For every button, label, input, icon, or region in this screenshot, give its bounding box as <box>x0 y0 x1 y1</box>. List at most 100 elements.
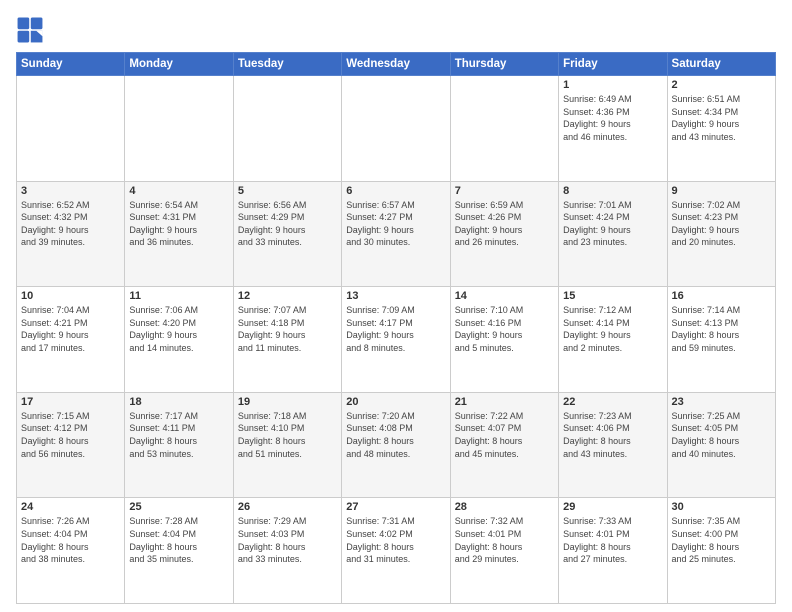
day-number: 10 <box>21 290 120 302</box>
calendar-cell: 28Sunrise: 7:32 AM Sunset: 4:01 PM Dayli… <box>450 498 558 604</box>
calendar-cell: 2 Sunrise: 6:51 AM Sunset: 4:34 PM Daylig… <box>667 76 775 182</box>
day-number: 25 <box>129 501 228 513</box>
weekday-header-friday: Friday <box>559 53 667 76</box>
day-number: 11 <box>129 290 228 302</box>
day-number: 21 <box>455 396 554 408</box>
day-info: Sunrise: 6:57 AM Sunset: 4:27 PM Dayligh… <box>346 199 445 249</box>
day-info: Sunrise: 7:04 AM Sunset: 4:21 PM Dayligh… <box>21 304 120 354</box>
calendar-cell: 26 Sunrise: 7:29 AM Sunset: 4:03 PM Dayli… <box>233 498 341 604</box>
page-header <box>16 16 776 44</box>
calendar-cell: 3 Sunrise: 6:52 AM Sunset: 4:32 PM Daylig… <box>17 181 125 287</box>
calendar-week-0: 1 Sunrise: 6:49 AM Sunset: 4:36 PM Daylig… <box>17 76 776 182</box>
logo <box>16 16 48 44</box>
day-number: 5 <box>238 185 337 197</box>
day-info: Sunrise: 7:23 AM Sunset: 4:06 PM Dayligh… <box>563 410 662 460</box>
day-number: 26 <box>238 501 337 513</box>
calendar-table: SundayMondayTuesdayWednesdayThursdayFrid… <box>16 52 776 604</box>
calendar-cell: 30Sunrise: 7:35 AM Sunset: 4:00 PM Dayli… <box>667 498 775 604</box>
day-info: Sunrise: 7:12 AM Sunset: 4:14 PM Dayligh… <box>563 304 662 354</box>
calendar-cell: 18 Sunrise: 7:17 AM Sunset: 4:11 PM Dayli… <box>125 392 233 498</box>
weekday-header-tuesday: Tuesday <box>233 53 341 76</box>
day-number: 24 <box>21 501 120 513</box>
day-info: Sunrise: 7:10 AM Sunset: 4:16 PM Dayligh… <box>455 304 554 354</box>
day-info: Sunrise: 6:51 AM Sunset: 4:34 PM Dayligh… <box>672 93 771 143</box>
day-number: 28 <box>455 501 554 513</box>
day-number: 17 <box>21 396 120 408</box>
day-info: Sunrise: 7:26 AM Sunset: 4:04 PM Dayligh… <box>21 515 120 565</box>
day-number: 13 <box>346 290 445 302</box>
calendar-cell: 17Sunrise: 7:15 AM Sunset: 4:12 PM Dayli… <box>17 392 125 498</box>
calendar-cell <box>233 76 341 182</box>
day-info: Sunrise: 6:49 AM Sunset: 4:36 PM Dayligh… <box>563 93 662 143</box>
day-info: Sunrise: 7:09 AM Sunset: 4:17 PM Dayligh… <box>346 304 445 354</box>
calendar-week-2: 10 Sunrise: 7:04 AM Sunset: 4:21 PM Dayli… <box>17 287 776 393</box>
day-info: Sunrise: 7:14 AM Sunset: 4:13 PM Dayligh… <box>672 304 771 354</box>
day-info: Sunrise: 7:29 AM Sunset: 4:03 PM Dayligh… <box>238 515 337 565</box>
calendar-cell: 8Sunrise: 7:01 AM Sunset: 4:24 PM Daylig… <box>559 181 667 287</box>
day-info: Sunrise: 7:22 AM Sunset: 4:07 PM Dayligh… <box>455 410 554 460</box>
day-info: Sunrise: 7:33 AM Sunset: 4:01 PM Dayligh… <box>563 515 662 565</box>
day-number: 3 <box>21 185 120 197</box>
day-number: 2 <box>672 79 771 91</box>
weekday-header-thursday: Thursday <box>450 53 558 76</box>
day-number: 19 <box>238 396 337 408</box>
calendar-cell: 10 Sunrise: 7:04 AM Sunset: 4:21 PM Dayli… <box>17 287 125 393</box>
calendar-cell: 23 Sunrise: 7:25 AM Sunset: 4:05 PM Dayli… <box>667 392 775 498</box>
day-number: 15 <box>563 290 662 302</box>
weekday-header-sunday: Sunday <box>17 53 125 76</box>
day-info: Sunrise: 7:25 AM Sunset: 4:05 PM Dayligh… <box>672 410 771 460</box>
calendar-cell: 24 Sunrise: 7:26 AM Sunset: 4:04 PM Dayli… <box>17 498 125 604</box>
calendar-cell: 6 Sunrise: 6:57 AM Sunset: 4:27 PM Daylig… <box>342 181 450 287</box>
calendar-cell: 1 Sunrise: 6:49 AM Sunset: 4:36 PM Daylig… <box>559 76 667 182</box>
calendar-cell: 22Sunrise: 7:23 AM Sunset: 4:06 PM Dayli… <box>559 392 667 498</box>
calendar-cell: 27 Sunrise: 7:31 AM Sunset: 4:02 PM Dayli… <box>342 498 450 604</box>
logo-icon <box>16 16 44 44</box>
weekday-header-wednesday: Wednesday <box>342 53 450 76</box>
calendar-cell: 12 Sunrise: 7:07 AM Sunset: 4:18 PM Dayli… <box>233 287 341 393</box>
day-info: Sunrise: 7:01 AM Sunset: 4:24 PM Dayligh… <box>563 199 662 249</box>
day-info: Sunrise: 7:17 AM Sunset: 4:11 PM Dayligh… <box>129 410 228 460</box>
day-number: 7 <box>455 185 554 197</box>
calendar-cell: 21 Sunrise: 7:22 AM Sunset: 4:07 PM Dayli… <box>450 392 558 498</box>
day-info: Sunrise: 7:02 AM Sunset: 4:23 PM Dayligh… <box>672 199 771 249</box>
day-info: Sunrise: 7:28 AM Sunset: 4:04 PM Dayligh… <box>129 515 228 565</box>
calendar-cell <box>342 76 450 182</box>
day-number: 18 <box>129 396 228 408</box>
day-info: Sunrise: 6:52 AM Sunset: 4:32 PM Dayligh… <box>21 199 120 249</box>
calendar-cell: 4 Sunrise: 6:54 AM Sunset: 4:31 PM Daylig… <box>125 181 233 287</box>
calendar-cell: 20 Sunrise: 7:20 AM Sunset: 4:08 PM Dayli… <box>342 392 450 498</box>
calendar-week-4: 24 Sunrise: 7:26 AM Sunset: 4:04 PM Dayli… <box>17 498 776 604</box>
calendar-cell: 14Sunrise: 7:10 AM Sunset: 4:16 PM Dayli… <box>450 287 558 393</box>
day-info: Sunrise: 6:59 AM Sunset: 4:26 PM Dayligh… <box>455 199 554 249</box>
day-number: 30 <box>672 501 771 513</box>
day-info: Sunrise: 7:31 AM Sunset: 4:02 PM Dayligh… <box>346 515 445 565</box>
calendar-week-1: 3 Sunrise: 6:52 AM Sunset: 4:32 PM Daylig… <box>17 181 776 287</box>
calendar-cell: 16 Sunrise: 7:14 AM Sunset: 4:13 PM Dayli… <box>667 287 775 393</box>
day-info: Sunrise: 7:06 AM Sunset: 4:20 PM Dayligh… <box>129 304 228 354</box>
day-number: 6 <box>346 185 445 197</box>
day-number: 23 <box>672 396 771 408</box>
day-info: Sunrise: 7:20 AM Sunset: 4:08 PM Dayligh… <box>346 410 445 460</box>
day-number: 1 <box>563 79 662 91</box>
day-number: 20 <box>346 396 445 408</box>
calendar-cell: 11 Sunrise: 7:06 AM Sunset: 4:20 PM Dayli… <box>125 287 233 393</box>
weekday-header-monday: Monday <box>125 53 233 76</box>
day-number: 27 <box>346 501 445 513</box>
weekday-header-row: SundayMondayTuesdayWednesdayThursdayFrid… <box>17 53 776 76</box>
calendar-cell <box>17 76 125 182</box>
calendar-cell: 15 Sunrise: 7:12 AM Sunset: 4:14 PM Dayli… <box>559 287 667 393</box>
day-info: Sunrise: 6:54 AM Sunset: 4:31 PM Dayligh… <box>129 199 228 249</box>
day-number: 9 <box>672 185 771 197</box>
calendar-week-3: 17Sunrise: 7:15 AM Sunset: 4:12 PM Dayli… <box>17 392 776 498</box>
day-number: 12 <box>238 290 337 302</box>
calendar-cell <box>450 76 558 182</box>
day-info: Sunrise: 6:56 AM Sunset: 4:29 PM Dayligh… <box>238 199 337 249</box>
day-info: Sunrise: 7:07 AM Sunset: 4:18 PM Dayligh… <box>238 304 337 354</box>
day-info: Sunrise: 7:18 AM Sunset: 4:10 PM Dayligh… <box>238 410 337 460</box>
day-number: 16 <box>672 290 771 302</box>
calendar-cell: 29Sunrise: 7:33 AM Sunset: 4:01 PM Dayli… <box>559 498 667 604</box>
day-number: 4 <box>129 185 228 197</box>
calendar-cell <box>125 76 233 182</box>
calendar-cell: 7 Sunrise: 6:59 AM Sunset: 4:26 PM Daylig… <box>450 181 558 287</box>
weekday-header-saturday: Saturday <box>667 53 775 76</box>
